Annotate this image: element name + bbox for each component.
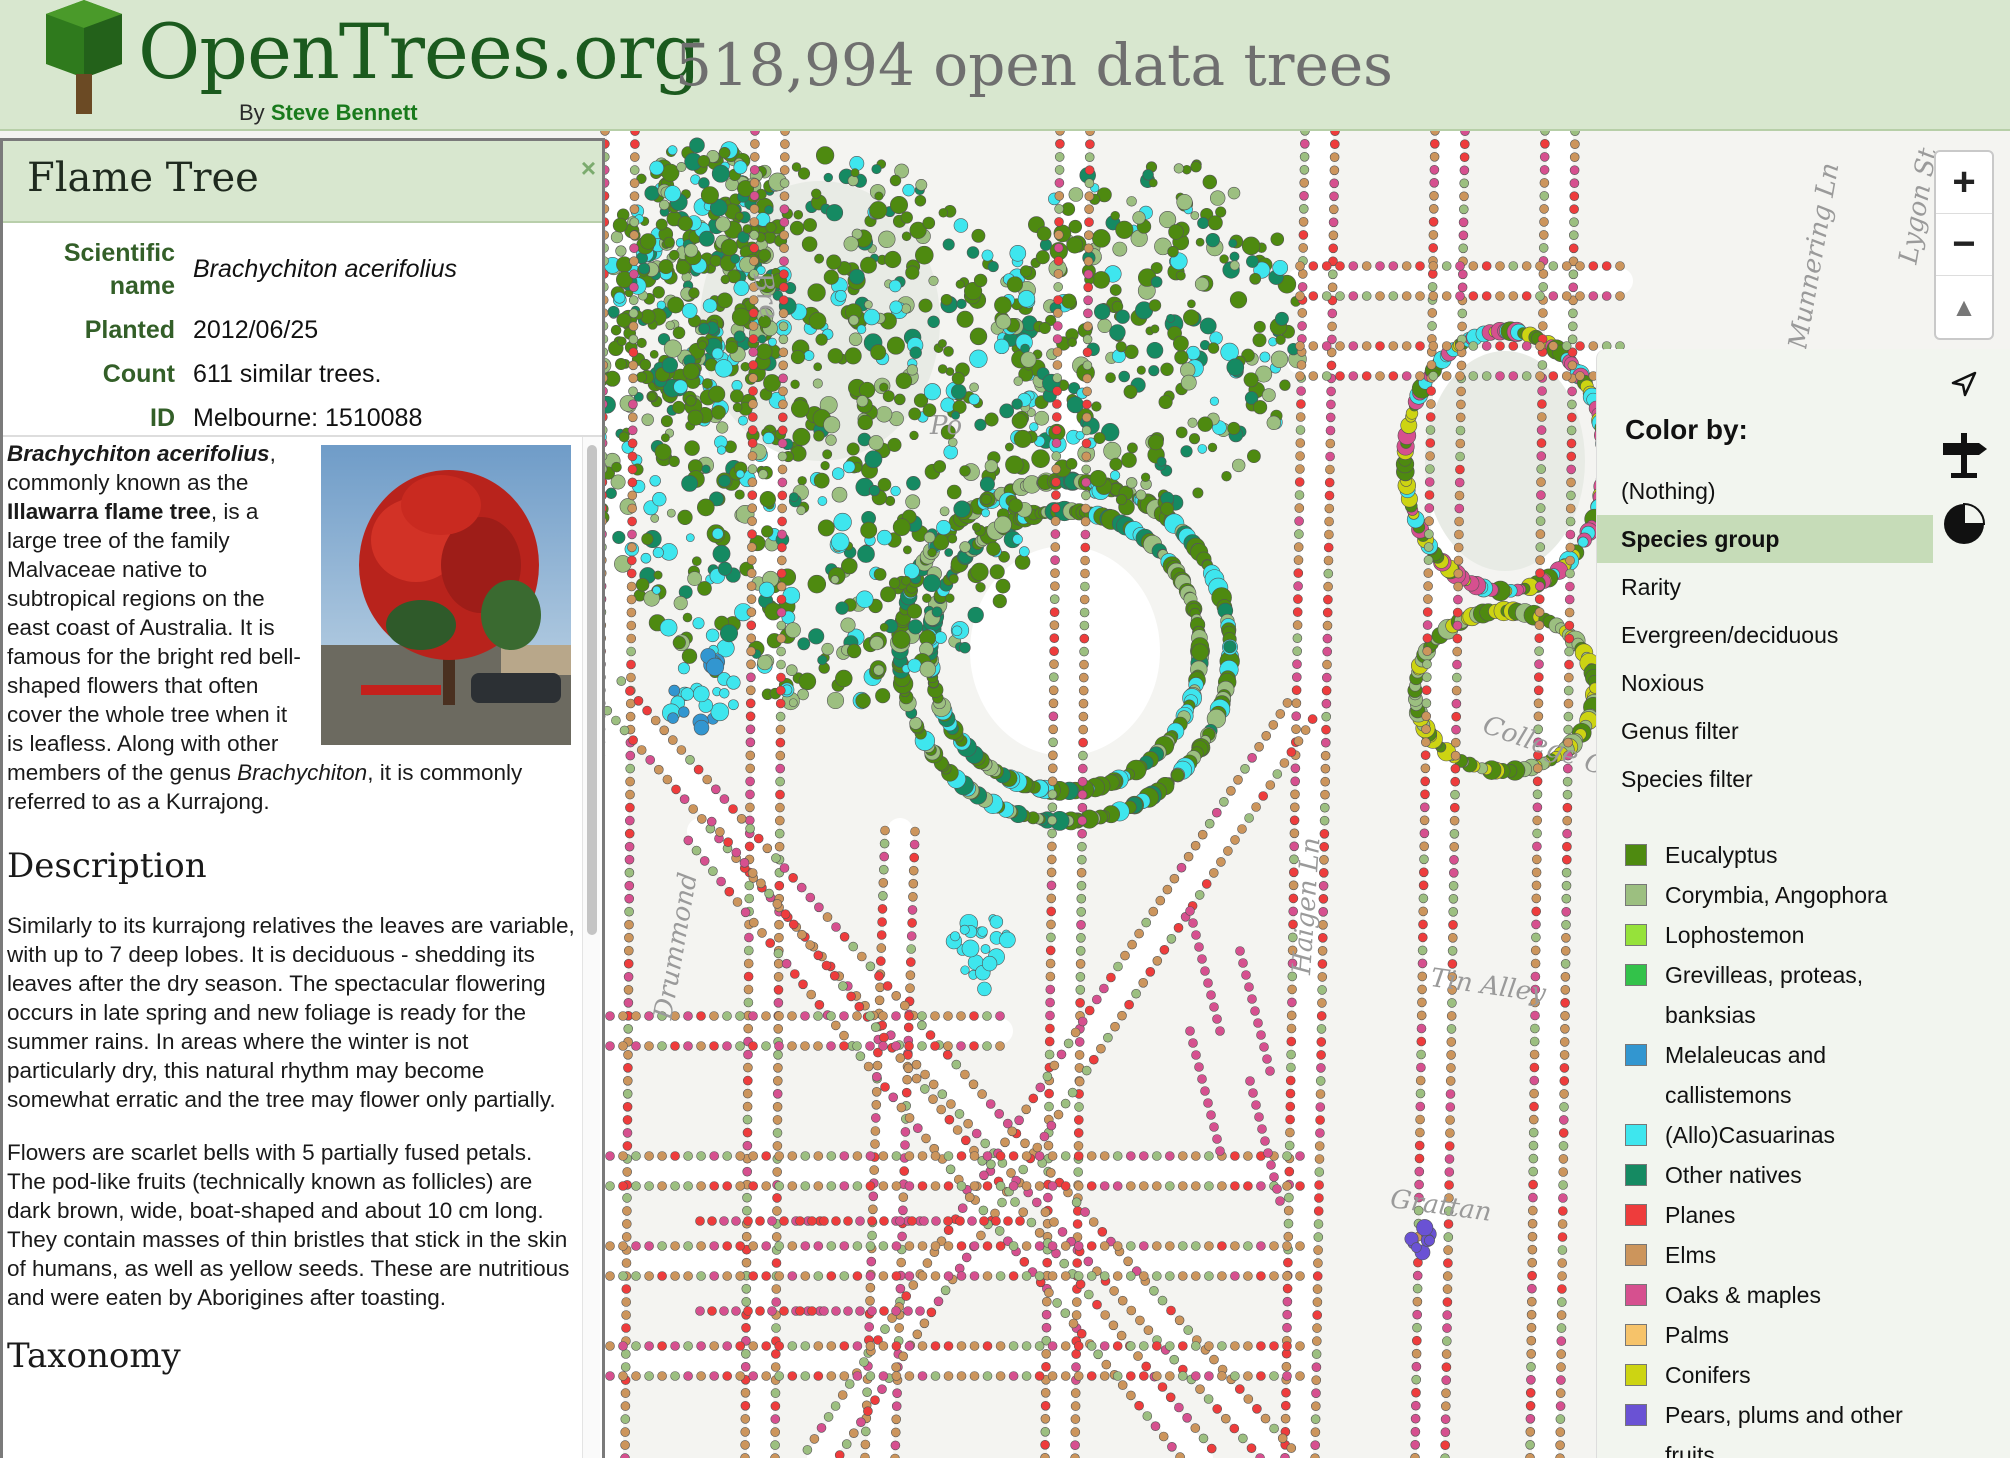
legend-label: Melaleucas and callistemons (1665, 1042, 1827, 1108)
legend-swatch (1625, 884, 1647, 906)
legend-swatch (1625, 1164, 1647, 1186)
panel-scrollbar[interactable] (582, 437, 600, 1458)
fact-key: Scientific name (63, 239, 175, 300)
color-by-option[interactable]: Noxious (1597, 659, 1933, 707)
legend-label: Grevilleas, proteas, banksias (1665, 962, 1864, 1028)
color-by-options: (Nothing) Species group Rarity Evergreen/de… (1597, 467, 1933, 803)
legend-item: Lophostemon (1625, 915, 1925, 955)
locate-icon[interactable] (1918, 349, 2010, 419)
panel-header: Flame Tree × (3, 141, 602, 223)
article-genus: Brachychiton (237, 760, 368, 785)
legend-label: Conifers (1665, 1362, 1751, 1388)
legend-swatch (1625, 1364, 1647, 1386)
legend-item: Corymbia, Angophora (1625, 875, 1925, 915)
legend-label: Palms (1665, 1322, 1729, 1348)
legend-item: Oaks & maples (1625, 1275, 1925, 1315)
tree-count: 518,994 open data trees (675, 31, 1393, 99)
divider (3, 435, 602, 437)
fact-value: Melbourne: 1510088 (193, 404, 423, 432)
compass-north-icon[interactable]: ▲ (1936, 276, 1992, 338)
fact-row: Count 611 similar trees. (3, 358, 602, 391)
legend-label: Other natives (1665, 1162, 1802, 1188)
legend-item: Elms (1625, 1235, 1925, 1275)
fact-value: Brachychiton acerifolius (193, 255, 458, 283)
color-by-title: Color by: (1625, 414, 1748, 445)
description-paragraph: Similarly to its kurrajong relatives the… (7, 913, 575, 1112)
legend-swatch (1625, 964, 1647, 986)
tree-common-name: Flame Tree (27, 155, 259, 201)
fact-key: Count (102, 360, 175, 388)
legend-item: Planes (1625, 1195, 1925, 1235)
site-name[interactable]: OpenTrees.org (138, 14, 702, 90)
legend-swatch (1625, 1244, 1647, 1266)
legend-label: Lophostemon (1665, 922, 1805, 948)
fact-key: Planted (84, 316, 175, 344)
article-text: , is a large tree of the family Malvacea… (7, 499, 301, 785)
legend-swatch (1625, 1044, 1647, 1066)
legend-item: Conifers (1625, 1355, 1925, 1395)
legend-label: Pears, plums and other fruits (1665, 1402, 1903, 1458)
legend-item: Grevilleas, proteas, banksias (1625, 955, 1925, 1035)
article-common-name: Illawarra flame tree (7, 499, 211, 524)
legend-item: Pears, plums and other fruits (1625, 1395, 1925, 1458)
legend-item: Other natives (1625, 1155, 1925, 1195)
legend-label: Oaks & maples (1665, 1282, 1821, 1308)
description-heading: Description (7, 846, 207, 886)
fact-key: ID (150, 404, 175, 432)
tree-facts: Scientific name Brachychiton acerifolius… (3, 225, 602, 446)
zoom-control: + − ▲ (1934, 150, 1994, 340)
color-by-option[interactable]: Species group (1597, 515, 1933, 563)
color-by-option[interactable]: Genus filter (1597, 707, 1933, 755)
legend-swatch (1625, 1124, 1647, 1146)
legend-swatch (1625, 844, 1647, 866)
tree-photo[interactable] (321, 445, 571, 745)
color-by-option[interactable]: (Nothing) (1597, 467, 1933, 515)
legend-swatch (1625, 1404, 1647, 1426)
legend-label: Planes (1665, 1202, 1736, 1228)
color-by-panel: Color by: (Nothing) Species group Rarity Ev… (1596, 349, 2010, 1458)
tree-info-panel: Flame Tree × Scientific name Brachychito… (0, 138, 605, 1458)
byline-prefix: By (239, 100, 265, 125)
legend-swatch (1625, 1284, 1647, 1306)
byline: By Steve Bennett (239, 100, 418, 126)
fact-row: ID Melbourne: 1510088 (3, 402, 602, 435)
legend-label: Eucalyptus (1665, 842, 1778, 868)
zoom-in-button[interactable]: + (1936, 152, 1992, 214)
legend-swatch (1625, 924, 1647, 946)
tree-logo-icon[interactable] (44, 0, 124, 118)
legend-item: Palms (1625, 1315, 1925, 1355)
fact-row: Planted 2012/06/25 (3, 314, 602, 347)
color-by-option[interactable]: Species filter (1597, 755, 1933, 803)
legend-label: Elms (1665, 1242, 1717, 1268)
street-label: Po (930, 411, 963, 441)
scrollbar-thumb[interactable] (587, 445, 597, 935)
legend-item: Eucalyptus (1625, 835, 1925, 875)
fact-row: Scientific name Brachychiton acerifolius (3, 237, 602, 303)
species-legend: Eucalyptus Corymbia, Angophora Lophostemon… (1625, 835, 1925, 1458)
legend-item: Melaleucas and callistemons (1625, 1035, 1925, 1115)
description-paragraph: Flowers are scarlet bells with 5 partial… (7, 1140, 570, 1310)
site-header: OpenTrees.org By Steve Bennett 518,994 o… (0, 0, 2010, 131)
legend-swatch (1625, 1324, 1647, 1346)
byline-author[interactable]: Steve Bennett (271, 100, 418, 125)
legend-item: (Allo)Casuarinas (1625, 1115, 1925, 1155)
taxonomy-heading: Taxonomy (7, 1336, 181, 1376)
legend-label: Corymbia, Angophora (1665, 882, 1888, 908)
wikipedia-article: Brachychiton acerifolius, commonly known… (7, 439, 575, 1376)
fact-value: 2012/06/25 (193, 316, 319, 344)
close-icon[interactable]: × (581, 153, 596, 184)
zoom-out-button[interactable]: − (1936, 214, 1992, 276)
fact-value: 611 similar trees. (193, 360, 382, 388)
article-scientific-name: Brachychiton acerifolius (7, 441, 270, 466)
legend-label: (Allo)Casuarinas (1665, 1122, 1836, 1148)
color-by-option[interactable]: Evergreen/deciduous (1597, 611, 1933, 659)
color-by-option[interactable]: Rarity (1597, 563, 1933, 611)
legend-swatch (1625, 1204, 1647, 1226)
